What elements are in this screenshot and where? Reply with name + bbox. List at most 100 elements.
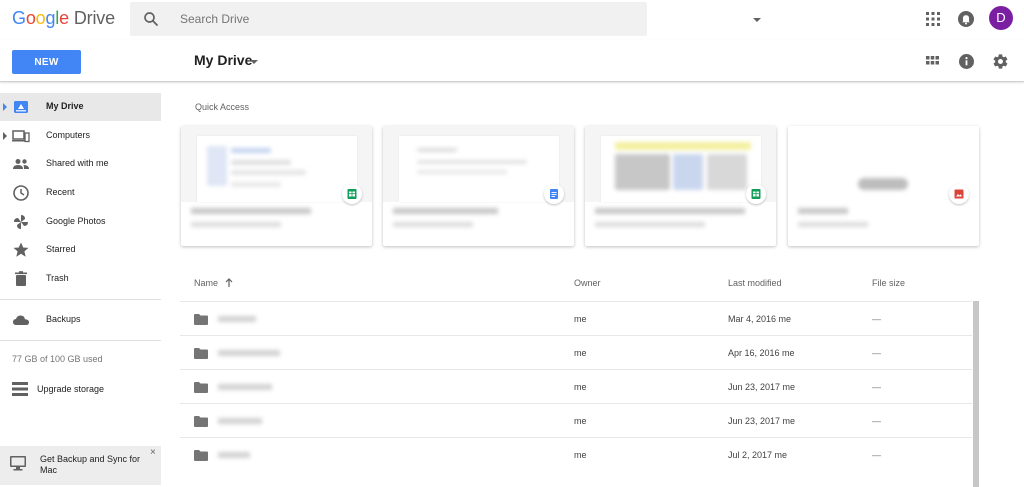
table-row[interactable]: me Mar 4, 2016 me — [180,301,972,335]
sidebar-item-google-photos[interactable]: Google Photos [0,208,161,236]
grid-view-icon[interactable] [924,53,941,70]
file-title-redacted [595,208,745,214]
sidebar-item-label: Recent [46,187,75,197]
column-header-name[interactable]: Name [194,278,218,288]
google-drive-logo[interactable]: Google Drive [12,8,115,29]
folder-icon [194,348,208,359]
file-size-cell: — [872,348,881,358]
sidebar-item-shared-with-me[interactable]: Shared with me [0,150,161,178]
search-options-chevron-icon [753,18,761,22]
notifications-bell-icon[interactable] [956,9,976,29]
file-size-cell: — [872,314,881,324]
search-input[interactable] [180,10,600,28]
folder-name-redacted [218,452,250,458]
expand-arrow-icon[interactable] [3,132,7,140]
sidebar-item-label: Google Photos [46,216,106,226]
computers-icon [12,130,30,143]
folder-name-redacted [218,350,280,356]
settings-gear-icon[interactable] [992,53,1009,70]
clock-icon [13,185,29,201]
file-subtitle-redacted [798,222,868,227]
logo-letter: G [12,8,26,28]
file-title-redacted [798,208,848,214]
backup-and-sync-promo[interactable]: Get Backup and Sync for Mac × [0,446,161,485]
file-title-redacted [393,208,498,214]
sidebar-item-label: Computers [46,130,91,140]
last-modified-cell: Apr 16, 2016 me [728,348,795,358]
sidebar-item-recent[interactable]: Recent [0,179,161,207]
storage-stack-icon [12,382,28,396]
expand-arrow-icon[interactable] [3,103,7,111]
folder-name-redacted [218,316,256,322]
upgrade-storage-label: Upgrade storage [37,384,105,394]
sidebar-item-label: Backups [46,314,81,324]
shared-people-icon [13,159,29,169]
page-title[interactable]: My Drive [194,52,252,68]
sidebar-item-label: My Drive [46,101,84,111]
quick-access-card[interactable] [788,126,979,246]
owner-cell: me [574,416,587,426]
close-icon[interactable]: × [150,448,156,458]
my-drive-icon [14,101,28,113]
logo-product-name: Drive [73,8,115,28]
file-subtitle-redacted [393,222,473,227]
sidebar-item-backups[interactable]: Backups [0,306,161,334]
account-avatar[interactable]: D [989,6,1013,30]
logo-letter: g [45,8,56,28]
quick-access-card[interactable] [585,126,776,246]
table-row[interactable]: me Jul 2, 2017 me — [180,437,972,471]
file-size-cell: — [872,416,881,426]
title-dropdown-chevron-icon[interactable] [250,60,258,64]
docs-icon [544,184,564,204]
file-title-redacted [191,208,311,214]
sidebar-divider [0,299,161,300]
column-header-file-size[interactable]: File size [872,278,905,288]
folder-icon [194,382,208,393]
table-row[interactable]: me Apr 16, 2016 me — [180,335,972,369]
table-row[interactable]: me Jun 23, 2017 me — [180,403,972,437]
owner-cell: me [574,450,587,460]
file-subtitle-redacted [191,222,281,227]
sidebar: My Drive Computers Shared with me Recent [0,82,162,487]
upgrade-storage-link[interactable]: Upgrade storage [0,376,161,402]
apps-grid-icon[interactable] [923,9,943,29]
last-modified-cell: Jun 23, 2017 me [728,416,796,426]
search-icon[interactable] [142,10,160,28]
sidebar-item-label: Trash [46,273,69,283]
column-header-last-modified[interactable]: Last modified [728,278,782,288]
monitor-icon [10,456,26,471]
storage-usage-text: 77 GB of 100 GB used [12,354,103,364]
sidebar-item-my-drive[interactable]: My Drive [0,93,161,121]
cloud-icon [13,315,29,325]
sidebar-item-computers[interactable]: Computers [0,122,161,150]
top-bar: GoogleDrive D [0,0,1024,40]
sort-ascending-arrow-icon[interactable] [224,278,234,288]
last-modified-cell: Jun 23, 2017 me [728,382,796,392]
sidebar-item-label: Shared with me [46,158,109,168]
info-icon[interactable] [958,53,975,70]
main-content: Quick Access Name Owner Last modified Fi… [162,82,1024,487]
new-button[interactable]: NEW [12,50,81,74]
list-scrollbar[interactable] [973,301,979,487]
quick-access-label: Quick Access [195,102,250,112]
image-icon [949,184,969,204]
owner-cell: me [574,314,587,324]
search-bar [130,2,761,36]
logo-letter: o [35,8,46,28]
file-subtitle-redacted [595,222,705,227]
sidebar-item-trash[interactable]: Trash [0,265,161,293]
quick-access-card[interactable] [383,126,574,246]
promo-text: Get Backup and Sync for Mac [40,454,141,475]
owner-cell: me [574,348,587,358]
folder-icon [194,450,208,461]
trash-icon [15,271,27,286]
file-size-cell: — [872,382,881,392]
sidebar-item-starred[interactable]: Starred [0,236,161,264]
last-modified-cell: Jul 2, 2017 me [728,450,788,460]
column-header-owner[interactable]: Owner [574,278,601,288]
table-row[interactable]: me Jun 23, 2017 me — [180,369,972,403]
sidebar-item-label: Starred [46,244,76,254]
quick-access-card[interactable] [181,126,372,246]
folder-icon [194,416,208,427]
toolbar: NEW My Drive [0,40,1024,82]
